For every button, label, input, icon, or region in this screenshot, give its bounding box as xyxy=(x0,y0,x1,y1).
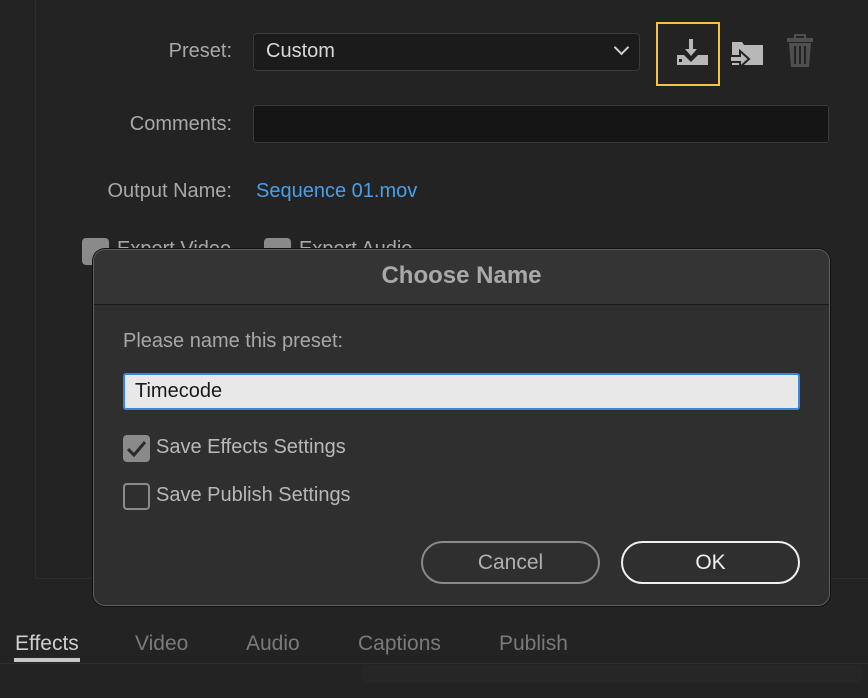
comments-label: Comments: xyxy=(129,113,232,135)
settings-tabs: Effects Video Audio Captions Publish xyxy=(0,620,868,664)
import-preset-icon xyxy=(729,42,763,70)
chevron-down-icon xyxy=(613,39,630,56)
active-tab-underline xyxy=(14,658,80,662)
ok-button[interactable]: OK xyxy=(621,541,800,584)
tab-captions[interactable]: Captions xyxy=(358,632,441,656)
trash-icon xyxy=(787,34,813,67)
dialog-prompt: Please name this preset: xyxy=(123,330,344,352)
save-publish-label: Save Publish Settings xyxy=(156,484,351,506)
preset-label: Preset: xyxy=(168,40,232,62)
output-name-label: Output Name: xyxy=(107,180,232,202)
choose-name-dialog: Choose Name Please name this preset: Sav… xyxy=(93,249,830,606)
preset-select[interactable]: Custom xyxy=(253,33,640,71)
save-effects-checkbox[interactable] xyxy=(123,435,150,462)
tab-publish[interactable]: Publish xyxy=(499,632,568,656)
preset-name-input[interactable] xyxy=(123,373,800,410)
effects-content-box xyxy=(362,665,862,683)
save-effects-label: Save Effects Settings xyxy=(156,436,346,458)
tab-video[interactable]: Video xyxy=(135,632,188,656)
tab-effects[interactable]: Effects xyxy=(15,632,79,656)
dialog-title: Choose Name xyxy=(94,250,829,305)
tab-audio[interactable]: Audio xyxy=(246,632,300,656)
cancel-button[interactable]: Cancel xyxy=(421,541,600,584)
save-preset-icon xyxy=(677,39,708,65)
output-name-link[interactable]: Sequence 01.mov xyxy=(256,180,417,203)
save-preset-button[interactable] xyxy=(656,22,720,86)
comments-input[interactable] xyxy=(253,105,829,143)
preset-value: Custom xyxy=(266,40,335,62)
import-preset-button[interactable] xyxy=(722,22,786,86)
checkmark-icon xyxy=(126,441,147,458)
delete-preset-button[interactable] xyxy=(778,22,842,86)
save-publish-checkbox[interactable] xyxy=(123,483,150,510)
